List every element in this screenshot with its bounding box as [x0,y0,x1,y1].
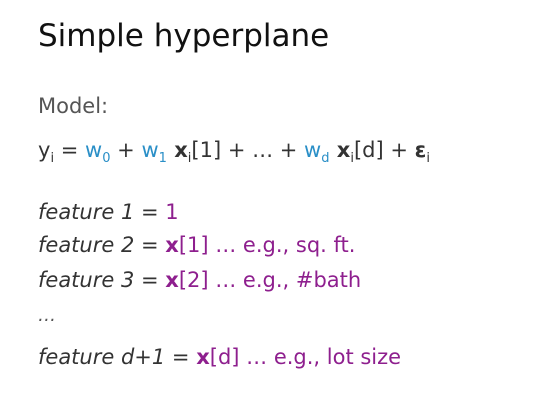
eq-epsilon-sub: i [426,151,430,166]
slide-title: Simple hyperplane [38,18,330,54]
feature-name: feature d+1 [38,345,166,369]
feature-value-rest: [1] … e.g., sq. ft. [178,233,356,257]
feature-row-last: feature d+1 = x[d] … e.g., lot size [38,345,401,369]
feature-value-rest: [2] … e.g., #bath [178,268,362,292]
model-equation: yi = w0 + w1 xi[1] + … + wd xi[d] + εi [38,138,430,165]
feature-equals: = [134,200,166,224]
eq-w0: w [85,138,103,162]
eq-w1-sub: 1 [158,151,167,166]
eq-x1-index: [1] + … + [191,138,305,162]
feature-name: feature 1 [38,200,135,224]
eq-plus: + [110,138,142,162]
feature-row-1: feature 1 = 1 [38,200,179,224]
feature-value-rest: [d] … e.g., lot size [209,345,402,369]
feature-row-3: feature 3 = x[2] … e.g., #bath [38,268,361,292]
feature-equals: = [165,345,197,369]
feature-equals: = [134,268,166,292]
feature-value: 1 [165,200,179,224]
feature-name: feature 2 [38,233,135,257]
eq-w1: w [141,138,159,162]
feature-value-x: x [165,233,179,257]
eq-wd: w [304,138,322,162]
feature-equals: = [134,233,166,257]
feature-value-x: x [165,268,179,292]
eq-xd-index: [d] + [353,138,415,162]
eq-x1: x [166,138,188,162]
eq-y: y [38,138,51,162]
feature-row-2: feature 2 = x[1] … e.g., sq. ft. [38,233,355,257]
feature-value-x: x [196,345,210,369]
feature-ellipsis: … [38,305,56,326]
slide: Simple hyperplane Model: yi = w0 + w1 xi… [0,0,545,406]
eq-equals: = [54,138,86,162]
eq-epsilon: ε [414,138,427,162]
model-label: Model: [38,94,109,118]
feature-name: feature 3 [38,268,135,292]
eq-xd: x [329,138,351,162]
